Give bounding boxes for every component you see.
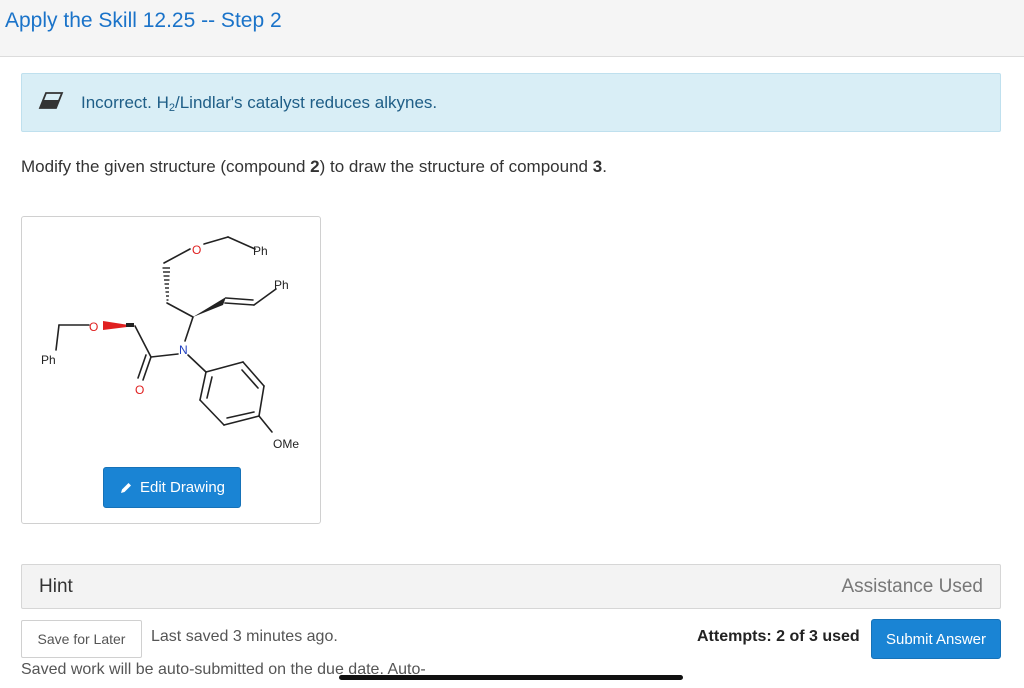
hint-bar[interactable]: Hint Assistance Used (21, 564, 1001, 609)
question-instruction: Modify the given structure (compound 2) … (21, 157, 607, 176)
label-oxygen-ether-top: O (192, 243, 201, 257)
save-for-later-button[interactable]: Save for Later (21, 620, 142, 658)
attempts-counter: Attempts: 2 of 3 used (697, 628, 860, 645)
page-title: Apply the Skill 12.25 -- Step 2 (5, 9, 282, 32)
hint-label[interactable]: Hint (39, 576, 73, 598)
label-ph-top: Ph (253, 244, 268, 258)
structure-drawing-panel: Ph Ph Ph O O N O OMe Edit Drawing (21, 216, 321, 524)
label-nitrogen: N (179, 343, 188, 357)
label-ph-alkene: Ph (274, 278, 289, 292)
last-saved-text: Last saved 3 minutes ago. (151, 628, 338, 645)
scroll-indicator[interactable] (339, 675, 683, 680)
label-oxygen-ether-left: O (89, 320, 98, 334)
submit-answer-button[interactable]: Submit Answer (871, 619, 1001, 659)
molecule-structure: Ph Ph Ph O O N O OMe (41, 236, 299, 451)
feedback-text: Incorrect. H2/Lindlar's catalyst reduces… (81, 93, 438, 114)
edit-drawing-label: Edit Drawing (139, 479, 226, 496)
label-ph-left: Ph (41, 353, 56, 367)
eraser-icon (38, 92, 64, 109)
feedback-alert: Incorrect. H2/Lindlar's catalyst reduces… (21, 73, 1001, 132)
edit-drawing-button[interactable]: Edit Drawing (103, 467, 241, 508)
assistance-used-label: Assistance Used (841, 576, 983, 597)
label-ome: OMe (273, 437, 299, 451)
pencil-icon (120, 482, 131, 493)
label-carbonyl-oxygen: O (135, 383, 144, 397)
header-bar: Apply the Skill 12.25 -- Step 2 (0, 0, 1024, 57)
